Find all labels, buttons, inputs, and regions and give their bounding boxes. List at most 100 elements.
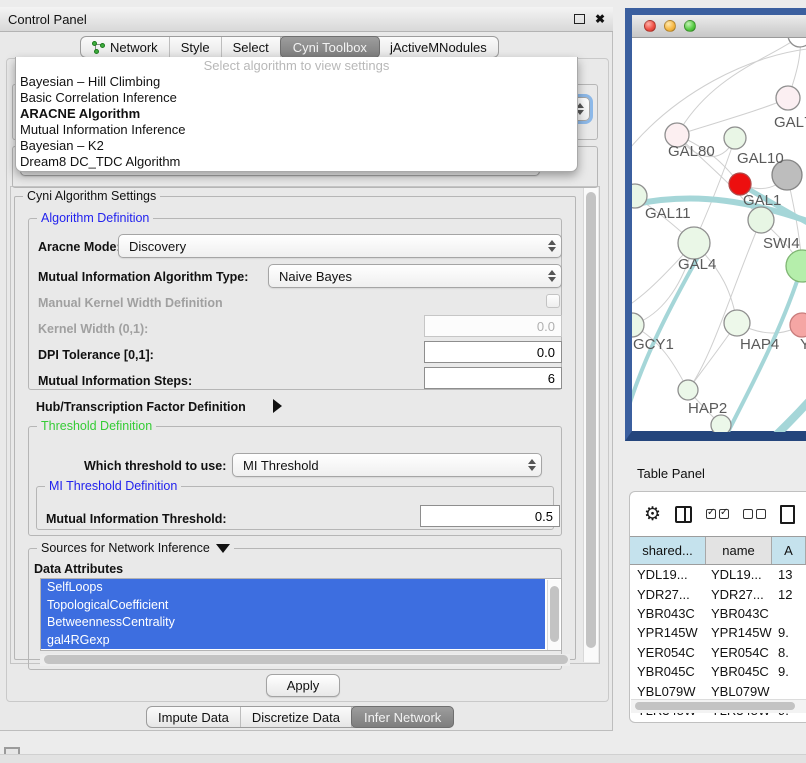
select-all-columns-icon[interactable] (706, 509, 729, 519)
group-title: Cyni Algorithm Settings (23, 189, 160, 203)
table-toolbar: ⚙ (630, 492, 806, 536)
kernel-width-input[interactable] (424, 315, 562, 337)
table-row[interactable]: YBL079WYBL079W (630, 681, 806, 700)
group-title: MI Threshold Definition (45, 479, 181, 493)
table-header: shared... name A (630, 536, 806, 565)
node-label: SWI4 (763, 235, 800, 252)
column-header[interactable]: shared... (630, 537, 706, 564)
table-panel-title: Table Panel (637, 466, 705, 481)
aracne-mode-select[interactable]: Discovery (118, 234, 562, 258)
node-label: GAL80 (668, 143, 715, 160)
network-window-titlebar[interactable] (632, 15, 806, 38)
tab-style[interactable]: Style (170, 37, 222, 57)
network-icon (92, 41, 105, 54)
tab-infer-network[interactable]: Infer Network (351, 706, 454, 728)
table-row[interactable]: YBR045CYBR045C9. (630, 662, 806, 681)
mi-steps-label: Mutual Information Steps: (38, 374, 192, 388)
mi-steps-input[interactable] (424, 367, 562, 389)
manual-kernel-label: Manual Kernel Width Definition (38, 296, 223, 310)
aracne-mode-label: Aracne Mode: (38, 240, 121, 254)
minimize-traffic-light-icon[interactable] (664, 20, 676, 32)
tab-select[interactable]: Select (222, 37, 281, 57)
tab-discretize-data[interactable]: Discretize Data (241, 707, 352, 727)
node-label: GAL7 (774, 114, 806, 131)
tab-jactivemnodules[interactable]: jActiveMNodules (379, 37, 498, 57)
scrollbar-thumb[interactable] (550, 586, 559, 642)
node-label: GAL4 (678, 256, 716, 273)
table-row[interactable]: YIL052CYIL052C9 (630, 720, 806, 723)
node-label: GAL11 (645, 205, 691, 222)
data-attributes-label: Data Attributes (34, 562, 123, 576)
dpi-tolerance-label: DPI Tolerance [0,1]: (38, 348, 154, 362)
table-panel: ⚙ shared... name A YDL19...YDL19...13 YD… (629, 491, 806, 723)
group-title: Sources for Network Inference (37, 541, 234, 555)
node-label: GCY1 (633, 336, 674, 353)
chevron-right-icon[interactable] (273, 399, 282, 413)
mi-algorithm-type-select[interactable]: Naive Bayes (268, 264, 562, 288)
column-header[interactable]: A (772, 537, 806, 564)
mi-threshold-label: Mutual Information Threshold: (46, 512, 227, 526)
table-row[interactable]: YDL19...YDL19...13 (630, 565, 806, 584)
tab-network[interactable]: Network (81, 37, 170, 57)
node-label: HAP2 (688, 400, 727, 417)
network-view-window[interactable]: GAL7 GAL80 GAL10 GAL1 GAL11 SWI4 GAL4 GC… (625, 8, 806, 441)
node-label: GAL10 (737, 150, 784, 167)
hscrollbar-thumb[interactable] (44, 655, 568, 664)
dropdown-item[interactable]: Basic Correlation Inference (16, 90, 577, 106)
bottom-tabbar: Impute Data Discretize Data Infer Networ… (146, 706, 454, 728)
node-label: Y (800, 336, 806, 353)
float-window-icon[interactable] (574, 14, 585, 24)
hub-section-label[interactable]: Hub/Transcription Factor Definition (36, 400, 246, 414)
network-labels: GAL7 GAL80 GAL10 GAL1 GAL11 SWI4 GAL4 GC… (633, 114, 806, 417)
mi-threshold-input[interactable] (420, 505, 560, 527)
group-title: Threshold Definition (37, 419, 156, 433)
table-row[interactable]: YBR043CYBR043C (630, 604, 806, 623)
kernel-width-label: Kernel Width (0,1): (38, 322, 148, 336)
table-row[interactable]: YER054CYER054C8. (630, 643, 806, 662)
apply-button[interactable]: Apply (266, 674, 340, 697)
dropdown-item[interactable]: Mutual Information Inference (16, 122, 577, 138)
close-icon[interactable]: ✖ (595, 13, 605, 25)
close-traffic-light-icon[interactable] (644, 20, 656, 32)
list-item[interactable]: TopologicalCoefficient (41, 597, 545, 615)
node-label: HAP4 (740, 336, 779, 353)
dpi-tolerance-input[interactable] (424, 341, 562, 363)
dropdown-item[interactable]: Bayesian – K2 (16, 138, 577, 154)
columns-icon[interactable] (675, 506, 692, 523)
table-hscrollbar[interactable] (631, 699, 806, 713)
control-panel-tabbar: Network Style Select Cyni Toolbox jActiv… (80, 36, 499, 58)
zoom-traffic-light-icon[interactable] (684, 20, 696, 32)
tab-cyni-toolbox[interactable]: Cyni Toolbox (280, 36, 380, 58)
chevron-down-icon[interactable] (216, 544, 230, 553)
data-attributes-list: SelfLoops TopologicalCoefficient Between… (40, 578, 562, 651)
manual-kernel-checkbox[interactable] (546, 294, 560, 308)
gear-icon[interactable]: ⚙ (644, 503, 661, 526)
combo-arrows-icon (523, 459, 541, 471)
mi-type-label: Mutual Information Algorithm Type: (38, 270, 248, 284)
list-item[interactable]: gal4RGexp (41, 632, 545, 650)
export-table-icon[interactable] (780, 505, 795, 524)
dropdown-item[interactable]: Bayesian – Hill Climbing (16, 74, 577, 90)
which-threshold-select[interactable]: MI Threshold (232, 453, 542, 477)
network-canvas[interactable]: GAL7 GAL80 GAL10 GAL1 GAL11 SWI4 GAL4 GC… (632, 38, 806, 432)
group-title: Algorithm Definition (37, 211, 153, 225)
dropdown-item[interactable]: Dream8 DC_TDC Algorithm (16, 154, 577, 170)
settings-scrollbar[interactable] (583, 188, 598, 662)
node-label: GAL1 (743, 192, 781, 209)
combo-arrows-icon (543, 240, 561, 252)
list-item[interactable]: BetweennessCentrality (41, 614, 545, 632)
scrollbar-thumb[interactable] (586, 192, 596, 648)
list-item[interactable]: SelfLoops (41, 579, 545, 597)
list-scrollbar[interactable] (547, 580, 560, 651)
hscrollbar-track[interactable] (40, 654, 570, 666)
table-row[interactable]: YDR27...YDR27...12 (630, 584, 806, 603)
which-threshold-label: Which threshold to use: (84, 459, 226, 473)
algorithm-dropdown-list: Select algorithm to view settings Bayesi… (15, 57, 578, 172)
table-row[interactable]: YPR145WYPR145W9. (630, 623, 806, 642)
dropdown-item-selected[interactable]: ARACNE Algorithm (16, 106, 577, 122)
deselect-all-columns-icon[interactable] (743, 509, 766, 519)
column-header[interactable]: name (706, 537, 772, 564)
dropdown-prompt: Select algorithm to view settings (16, 57, 577, 74)
hscrollbar-thumb[interactable] (635, 702, 795, 710)
tab-impute-data[interactable]: Impute Data (147, 707, 241, 727)
